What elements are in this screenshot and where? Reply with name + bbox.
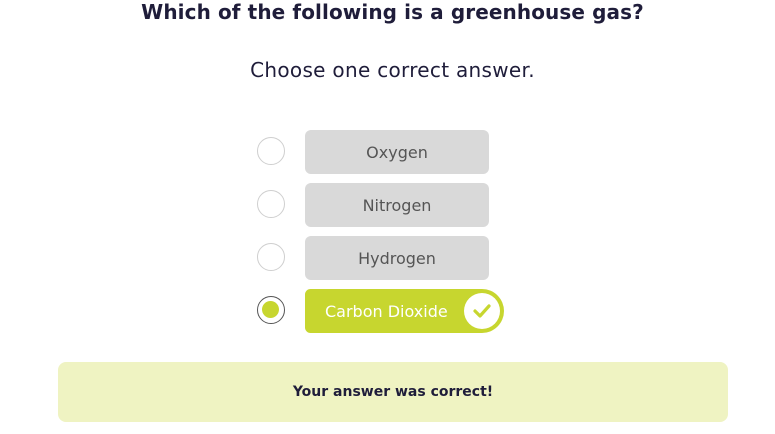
answer-button-oxygen[interactable]: Oxygen xyxy=(305,130,489,174)
quiz-page: Which of the following is a greenhouse g… xyxy=(0,0,775,434)
radio-oxygen[interactable] xyxy=(257,137,285,165)
answer-button-nitrogen[interactable]: Nitrogen xyxy=(305,183,489,227)
radio-hydrogen[interactable] xyxy=(257,243,285,271)
radio-nitrogen[interactable] xyxy=(257,190,285,218)
radio-selected-dot xyxy=(262,301,279,318)
feedback-text: Your answer was correct! xyxy=(292,384,494,400)
answer-label: Carbon Dioxide xyxy=(325,301,448,321)
answer-button-carbon-dioxide[interactable]: Carbon Dioxide xyxy=(305,289,504,333)
radio-carbon-dioxide[interactable] xyxy=(257,296,285,324)
check-icon xyxy=(464,293,500,329)
question-text: Which of the following is a greenhouse g… xyxy=(141,0,644,24)
answer-label: Hydrogen xyxy=(358,248,436,268)
answer-button-hydrogen[interactable]: Hydrogen xyxy=(305,236,489,280)
feedback-banner: Your answer was correct! xyxy=(58,362,728,422)
answer-label: Oxygen xyxy=(366,142,428,162)
instruction-text: Choose one correct answer. xyxy=(250,58,535,82)
answer-label: Nitrogen xyxy=(362,195,432,215)
